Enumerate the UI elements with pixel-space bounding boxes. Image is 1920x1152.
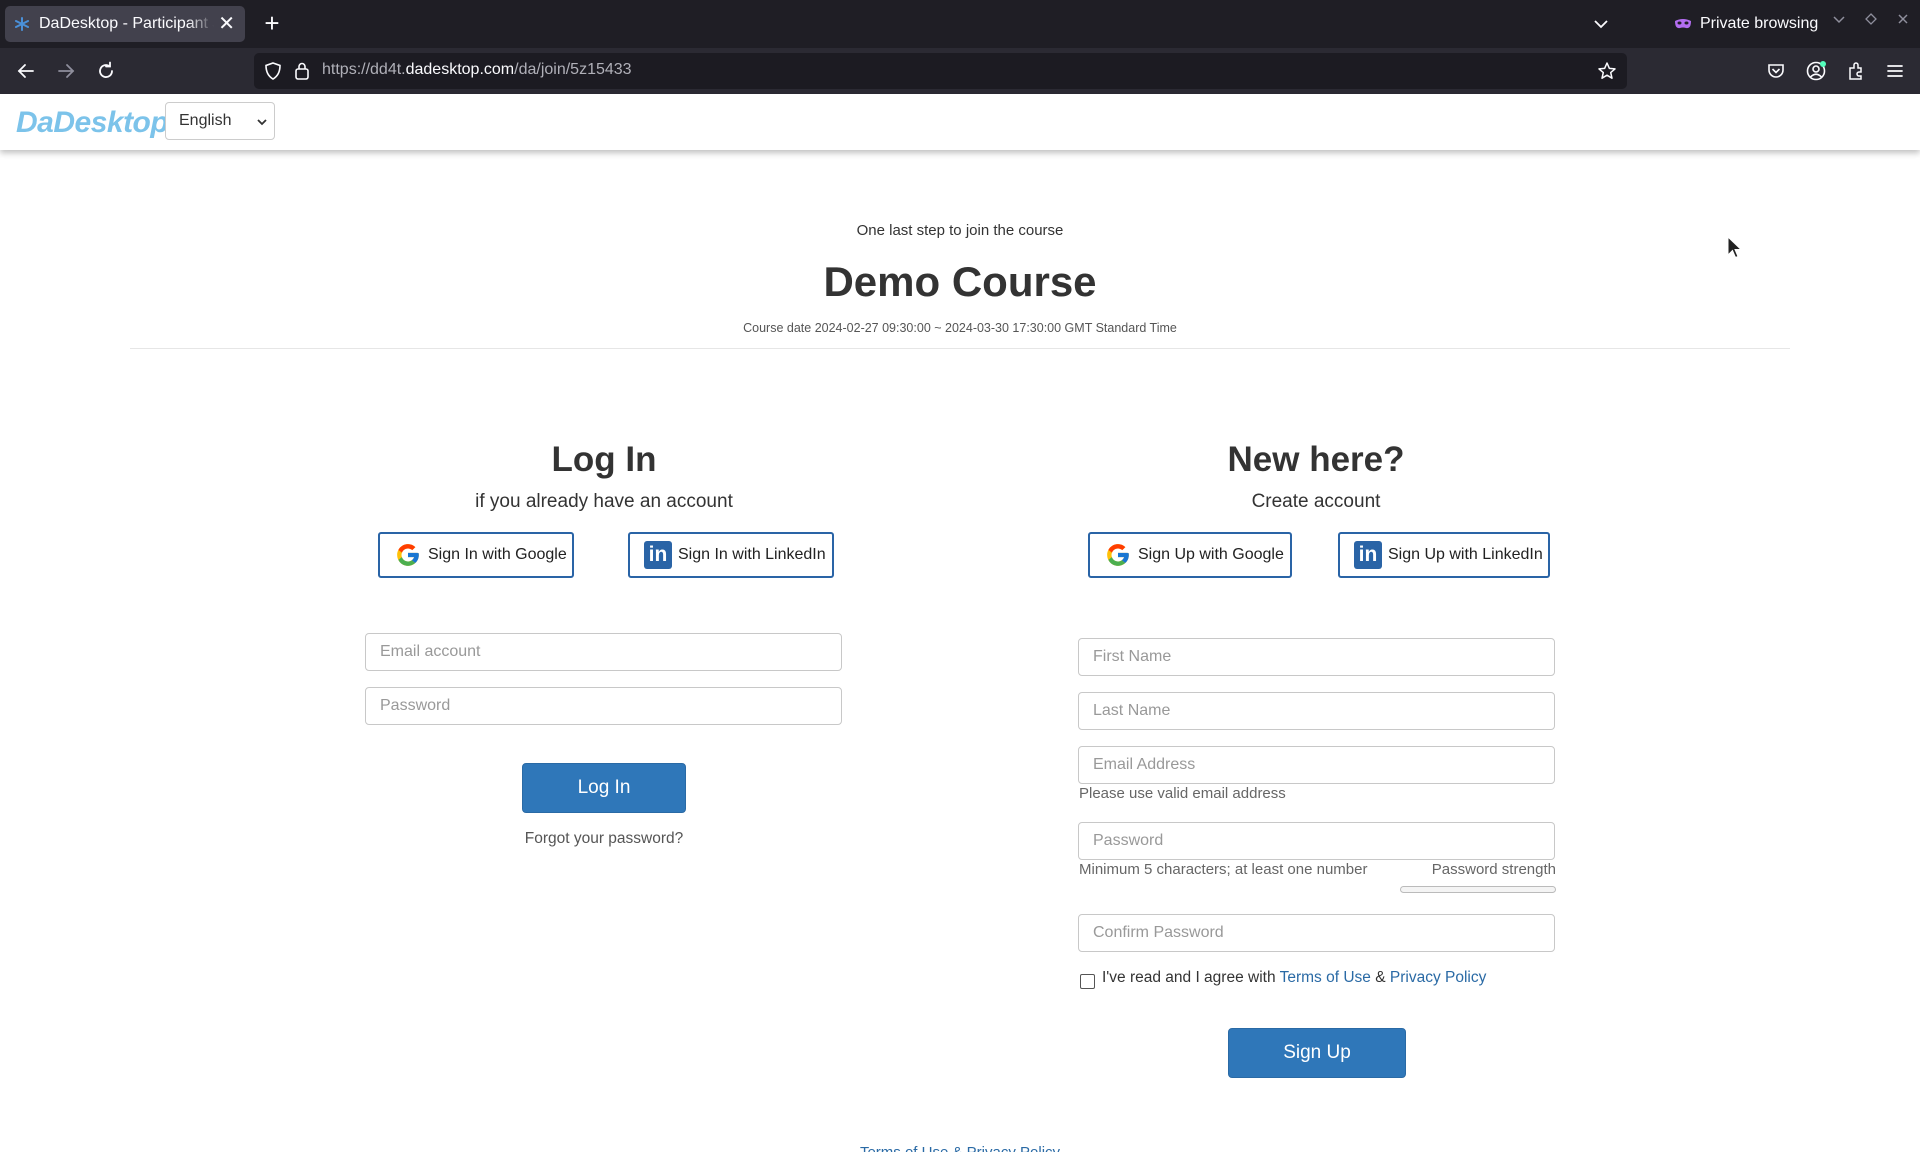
url-text[interactable]: https://dd4t.dadesktop.com/da/join/5z154… [322,61,632,79]
sign-in-linkedin-label: Sign In with LinkedIn [678,546,826,563]
address-bar[interactable]: https://dd4t.dadesktop.com/da/join/5z154… [254,53,1627,89]
minimize-icon[interactable] [1830,12,1848,28]
signup-email-input[interactable] [1078,746,1555,784]
mouse-cursor-icon [1727,235,1743,265]
privacy-policy-link[interactable]: Privacy Policy [1390,969,1486,986]
agree-amp: & [1375,969,1386,986]
agree-terms-text: I've read and I agree with Terms of Use … [1102,969,1486,987]
login-password-input[interactable] [365,687,842,725]
footer-terms-link[interactable]: Terms of Use [860,1144,948,1152]
footer-privacy-link[interactable]: Privacy Policy [967,1144,1060,1152]
course-title: Demo Course [823,258,1097,305]
signup-title: New here? [1227,440,1405,479]
signup-subtitle: Create account [1251,491,1381,512]
browser-nav-bar: https://dd4t.dadesktop.com/da/join/5z154… [0,48,1920,94]
password-strength-label: Password strength [1431,861,1556,878]
footer-amp: & [952,1144,962,1152]
private-mask-icon [1674,18,1692,30]
agree-terms-checkbox[interactable] [1080,974,1095,989]
confirm-password-input[interactable] [1078,914,1555,952]
sign-up-button[interactable]: Sign Up [1228,1028,1406,1078]
sign-up-linkedin-button[interactable]: in Sign Up with LinkedIn [1338,532,1550,578]
browser-tab-bar: DaDesktop - Participant Join ✕ + Private… [0,0,1920,48]
course-date: Course date 2024-02-27 09:30:00 ~ 2024-0… [743,321,1177,335]
log-in-button[interactable]: Log In [522,763,686,813]
login-email-input[interactable] [365,633,842,671]
sign-up-google-label: Sign Up with Google [1138,546,1284,563]
signup-password-input[interactable] [1078,822,1555,860]
footer-links: Terms of Use & Privacy Policy [0,1144,1920,1152]
private-browsing-label: Private browsing [1700,15,1819,32]
lock-icon[interactable] [294,61,310,86]
maximize-icon[interactable] [1862,12,1880,28]
window-controls [1830,12,1912,28]
app-header: DaDesktop English [0,94,1920,150]
forgot-password-link[interactable]: Forgot your password? [444,830,764,848]
last-name-input[interactable] [1078,692,1555,730]
google-logo-icon [394,541,422,569]
new-tab-button[interactable]: + [258,10,286,38]
language-selected-value: English [179,112,232,129]
forward-icon[interactable] [54,59,78,83]
account-icon[interactable] [1804,59,1828,83]
course-intro-text: One last step to join the course [856,222,1064,239]
google-logo-icon [1104,541,1132,569]
pocket-icon[interactable] [1764,59,1788,83]
url-path: /da/join/5z15433 [514,61,632,78]
linkedin-logo-icon: in [644,541,672,569]
tab-title: DaDesktop - Participant Join [39,15,214,32]
back-icon[interactable] [14,59,38,83]
sign-up-linkedin-label: Sign Up with LinkedIn [1388,546,1543,563]
dadesktop-favicon-icon [15,17,29,31]
extensions-icon[interactable] [1844,59,1868,83]
email-hint: Please use valid email address [1079,785,1286,802]
tracking-protection-shield-icon[interactable] [264,61,282,86]
app-menu-icon[interactable] [1883,59,1907,83]
divider [130,348,1790,349]
sign-in-google-button[interactable]: Sign In with Google [378,532,574,578]
password-hint: Minimum 5 characters; at least one numbe… [1079,861,1368,878]
password-strength-bar [1400,886,1556,893]
dadesktop-logo[interactable]: DaDesktop [16,106,169,140]
url-prefix: https://dd4t. [322,61,406,78]
list-all-tabs-icon[interactable] [1588,12,1614,36]
sign-in-google-label: Sign In with Google [428,546,567,563]
sign-in-linkedin-button[interactable]: in Sign In with LinkedIn [628,532,834,578]
login-title: Log In [551,440,657,479]
agree-label: I've read and I agree with [1102,969,1276,986]
terms-of-use-link[interactable]: Terms of Use [1280,969,1371,986]
private-browsing-indicator: Private browsing [1674,12,1818,36]
linkedin-logo-icon: in [1354,541,1382,569]
first-name-input[interactable] [1078,638,1555,676]
browser-tab[interactable]: DaDesktop - Participant Join ✕ [5,6,245,42]
reload-icon[interactable] [94,59,118,83]
bookmark-star-icon[interactable] [1597,61,1617,86]
chevron-down-icon [256,115,268,133]
tab-close-icon[interactable]: ✕ [218,14,235,34]
language-select[interactable]: English [165,102,275,140]
login-subtitle: if you already have an account [475,491,733,512]
close-window-icon[interactable] [1894,12,1912,28]
sign-up-google-button[interactable]: Sign Up with Google [1088,532,1292,578]
url-domain: dadesktop.com [405,61,515,78]
